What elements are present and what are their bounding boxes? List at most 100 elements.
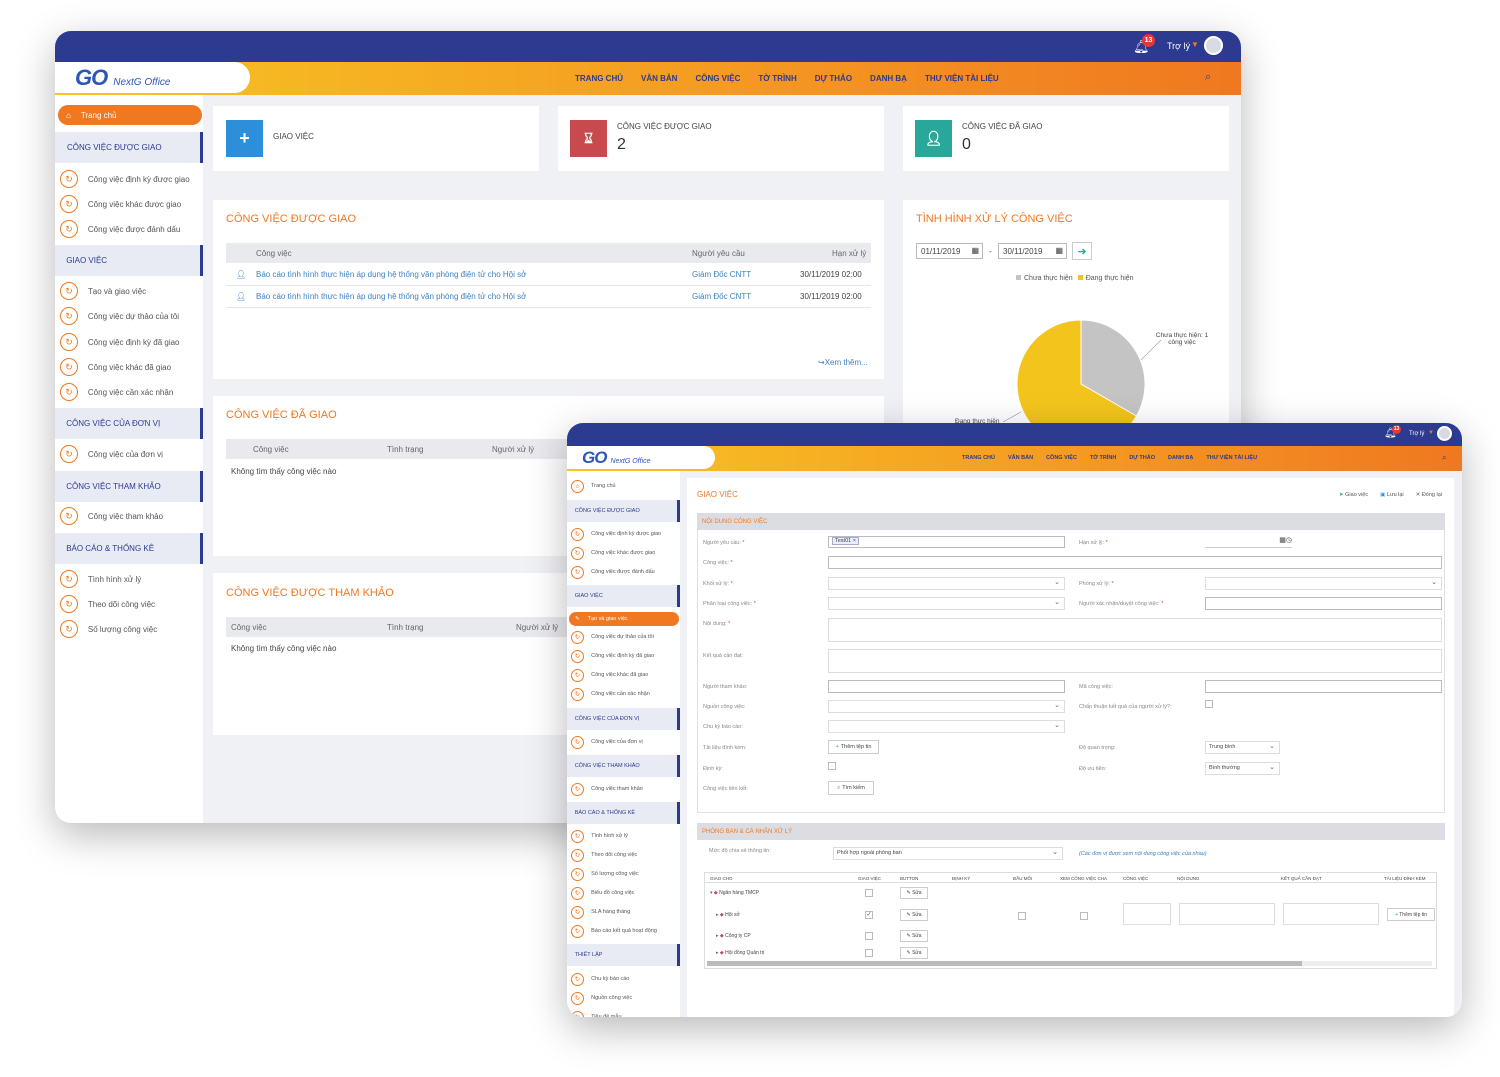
sidebar-item[interactable]: ↻ Nguồn công việc (571, 991, 679, 1005)
sidebar-item[interactable]: ↻ Công việc khác được giao (60, 194, 203, 214)
tree-node[interactable]: ▸ ◆ Công ty CP (716, 933, 751, 939)
logo[interactable]: GO NextG Office (55, 62, 250, 93)
menu-to-trinh[interactable]: TỜ TRÌNH (1090, 455, 1116, 461)
approve-checkbox[interactable] (1205, 700, 1213, 708)
sidebar-item[interactable]: ↻ Theo dõi công việc (571, 848, 679, 862)
menu-thu-vien[interactable]: THƯ VIỆN TÀI LIỆU (925, 74, 999, 83)
submit-button[interactable]: ➤ Giao việc (1339, 492, 1368, 498)
sidebar-group-received[interactable]: CÔNG VIỆC ĐƯỢC GIAO (567, 500, 680, 522)
periodic-checkbox[interactable] (828, 762, 836, 770)
task-field[interactable] (828, 556, 1442, 569)
avatar[interactable] (1437, 426, 1452, 441)
sidebar-group-reports[interactable]: BÁO CÁO & THỐNG KÊ (567, 802, 680, 824)
assign-checkbox[interactable] (865, 932, 873, 940)
user-name[interactable]: Trợ lý (1167, 41, 1190, 51)
search-linked-button[interactable]: ⌕ Tìm kiếm (828, 781, 874, 795)
result-textarea[interactable] (828, 649, 1442, 673)
sidebar-item[interactable]: ↻ SLA hàng tháng (571, 905, 679, 919)
result-cell-input[interactable] (1283, 903, 1379, 925)
content-cell-input[interactable] (1179, 903, 1275, 925)
sidebar-item[interactable]: ↻ Công việc khác đã giao (60, 357, 203, 377)
sidebar-group-unit[interactable]: CÔNG VIỆC CỦA ĐƠN VỊ (55, 408, 203, 439)
edit-button[interactable]: ✎ Sửa (900, 909, 928, 921)
sidebar-item-home[interactable]: ⌂ Trang chủ (571, 479, 679, 493)
table-row[interactable]: 👤︎ Báo cáo tình hình thực hiện áp dụng h… (226, 286, 871, 308)
chevron-down-icon[interactable]: ▼ (1428, 430, 1434, 436)
assign-checkbox[interactable] (865, 889, 873, 897)
task-link[interactable]: Báo cáo tình hình thực hiện áp dụng hệ t… (256, 270, 526, 279)
kpi-received-card[interactable]: ⌛︎ CÔNG VIỆC ĐƯỢC GIAO 2 (558, 106, 884, 171)
avatar[interactable] (1204, 36, 1223, 55)
sidebar-item[interactable]: ↻ Chu kỳ báo cáo (571, 972, 679, 986)
sidebar-item[interactable]: ↻ Công việc tham khảo (60, 506, 203, 526)
reference-field[interactable] (828, 680, 1065, 693)
share-select[interactable]: Phối hợp ngoài phòng ban ⌄ (833, 847, 1063, 860)
tree-node[interactable]: ▾ ◆ Ngân hàng TMCP (710, 890, 759, 896)
menu-cong-viec[interactable]: CÔNG VIỆC (695, 74, 740, 83)
menu-danh-ba[interactable]: DANH BẠ (870, 74, 907, 83)
sidebar-item[interactable]: ↻ Theo dõi công việc (60, 594, 203, 614)
expand-icon[interactable]: ▾ (710, 890, 713, 896)
menu-van-ban[interactable]: VĂN BẢN (1008, 455, 1033, 461)
sidebar-item[interactable]: ↻ Tình hình xử lý (571, 829, 679, 843)
grid-row[interactable]: ▸ ◆ Hội sở ✓ ✎ Sửa + Thêm tệp tin (705, 903, 1436, 925)
sidebar-item[interactable]: ↻ Số lượng công việc (571, 867, 679, 881)
room-select[interactable]: ⌄ (1205, 577, 1442, 590)
cycle-select[interactable]: ⌄ (828, 720, 1065, 733)
requester[interactable]: Giám Đốc CNTT (692, 270, 751, 279)
block-select[interactable]: ⌄ (828, 577, 1065, 590)
deadline-field[interactable]: ▦◷ (1205, 536, 1292, 548)
grid-row[interactable]: ▸ ◆ Hội đồng Quản trị ✎ Sửa (705, 947, 1436, 961)
sidebar-group-received[interactable]: CÔNG VIỆC ĐƯỢC GIAO (55, 132, 203, 163)
sidebar-item[interactable]: ↻ Công việc của đơn vị (571, 735, 679, 749)
sidebar-group-reference[interactable]: CÔNG VIỆC THAM KHẢO (55, 471, 203, 502)
chevron-down-icon[interactable]: ▼ (1191, 40, 1199, 49)
menu-danh-ba[interactable]: DANH BẠ (1168, 455, 1193, 461)
type-select[interactable]: ⌄ (828, 597, 1065, 610)
sidebar-item[interactable]: ↻ Công việc định kỳ được giao (60, 169, 203, 189)
sidebar-item[interactable]: ↻ Công việc dự thảo của tôi (571, 630, 679, 644)
sidebar-item-home[interactable]: ⌂ Trang chủ (58, 105, 202, 125)
sidebar-item[interactable]: ↻ Công việc được đánh dấu (60, 219, 203, 239)
code-field[interactable] (1205, 680, 1442, 693)
sidebar-item[interactable]: ↻ Công việc định kỳ được giao (571, 527, 679, 541)
sidebar-item[interactable]: ↻ Tình hình xử lý (60, 569, 203, 589)
approver-field[interactable] (1205, 597, 1442, 610)
user-name[interactable]: Trợ lý (1409, 431, 1424, 437)
sidebar-item[interactable]: ↻ Công việc cần xác nhận (571, 687, 679, 701)
add-file-button[interactable]: + Thêm tệp tin (828, 740, 879, 754)
horizontal-scrollbar[interactable] (707, 961, 1432, 966)
close-button[interactable]: ✕ Đóng lại (1416, 492, 1442, 498)
menu-trang-chu[interactable]: TRANG CHỦ (962, 455, 995, 461)
source-select[interactable]: ⌄ (828, 700, 1065, 713)
task-link[interactable]: Báo cáo tình hình thực hiện áp dụng hệ t… (256, 292, 526, 301)
requester-field[interactable]: Test01 × (828, 536, 1065, 548)
edit-button[interactable]: ✎ Sửa (900, 947, 928, 959)
grid-row[interactable]: ▾ ◆ Ngân hàng TMCP ✎ Sửa (705, 887, 1436, 901)
sidebar-group-assign[interactable]: GIAO VIỆC (55, 245, 203, 276)
add-file-button[interactable]: + Thêm tệp tin (1387, 908, 1435, 921)
kpi-assign-card[interactable]: + GIAO VIỆC (213, 106, 539, 171)
menu-du-thao[interactable]: DỰ THẢO (1129, 455, 1155, 461)
table-row[interactable]: 👤︎ Báo cáo tình hình thực hiện áp dụng h… (226, 264, 871, 286)
assign-checkbox[interactable] (865, 949, 873, 957)
tree-node[interactable]: ▸ ◆ Hội đồng Quản trị (716, 950, 764, 956)
importance-select[interactable]: Trung bình ⌄ (1205, 741, 1280, 754)
calendar-icon[interactable]: ▦◷ (1279, 536, 1292, 544)
assign-checkbox[interactable]: ✓ (865, 911, 873, 919)
priority-select[interactable]: Bình thường ⌄ (1205, 762, 1280, 775)
sidebar-item[interactable]: ↻ Công việc dự thảo của tôi (60, 306, 203, 326)
task-cell-input[interactable] (1123, 903, 1171, 925)
menu-thu-vien[interactable]: THƯ VIỆN TÀI LIỆU (1206, 455, 1257, 461)
tree-node[interactable]: ▸ ◆ Hội sở (716, 912, 740, 918)
menu-du-thao[interactable]: DỰ THẢO (815, 74, 852, 83)
expand-icon[interactable]: ▸ (716, 912, 719, 918)
sidebar-item[interactable]: ↻ Công việc tham khảo (571, 782, 679, 796)
search-icon[interactable]: ⌕ (1442, 453, 1446, 463)
sidebar-item[interactable]: ↻ Công việc của đơn vị (60, 444, 203, 464)
sidebar-group-reports[interactable]: BÁO CÁO & THỐNG KÊ (55, 533, 203, 564)
see-more-link[interactable]: ↪Xem thêm... (818, 358, 868, 367)
grid-row[interactable]: ▸ ◆ Công ty CP ✎ Sửa (705, 930, 1436, 944)
sidebar-item[interactable]: ↻ Công việc định kỳ đã giao (60, 332, 203, 352)
requester-tag[interactable]: Test01 × (832, 537, 859, 545)
